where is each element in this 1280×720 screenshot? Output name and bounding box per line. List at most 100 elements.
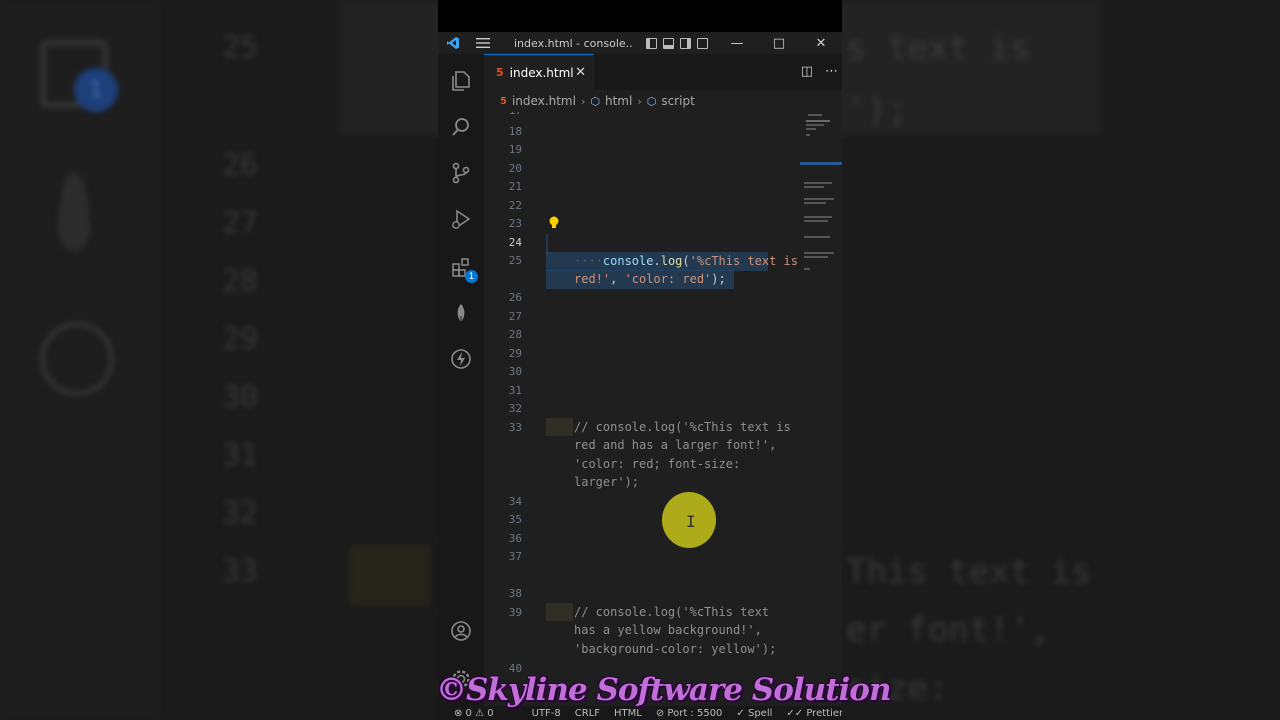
- vscode-window: index.html - console... — □ ✕ 1 5 index.…: [438, 0, 842, 720]
- letterbox-top: [438, 0, 842, 32]
- live-server-port[interactable]: ⊘ Port : 5500: [656, 708, 723, 719]
- symbol-cube-icon: ⬡: [590, 94, 600, 108]
- line-number: 27: [508, 310, 522, 323]
- eol-indicator[interactable]: CRLF: [575, 708, 600, 719]
- line-number: 20: [508, 162, 522, 175]
- close-button[interactable]: ✕: [800, 36, 842, 51]
- line-number: 22: [508, 199, 522, 212]
- more-actions-icon[interactable]: ⋯: [825, 64, 838, 79]
- extensions-icon[interactable]: 1: [448, 254, 478, 283]
- status-bar: ⊗ 0 ⚠ 0 UTF-8 CRLF HTML ⊘ Port : 5500 ✓ …: [438, 706, 842, 720]
- bg-code-fragment: s text is: [846, 28, 1031, 68]
- bg-badge: 1: [74, 68, 118, 112]
- prettier-indicator[interactable]: ✓✓ Prettier: [786, 708, 842, 719]
- minimap[interactable]: [800, 112, 842, 312]
- minimap-line: [804, 268, 810, 270]
- language-indicator[interactable]: HTML: [614, 708, 642, 719]
- spell-check-indicator[interactable]: ✓ Spell: [736, 708, 772, 719]
- breadcrumb-html[interactable]: html: [605, 94, 632, 108]
- run-debug-icon[interactable]: [448, 206, 474, 232]
- minimap-line: [804, 252, 834, 254]
- bg-line-number: 27: [222, 206, 259, 241]
- line-number: 33: [508, 421, 522, 434]
- code-token: log: [660, 254, 683, 268]
- line-number-active: 24: [508, 236, 522, 249]
- minimap-line: [804, 186, 824, 188]
- problems-indicator[interactable]: ⊗ 0 ⚠ 0: [454, 708, 494, 719]
- indent-guide: [546, 418, 573, 436]
- toggle-panel-icon[interactable]: [663, 37, 674, 49]
- breadcrumb-script[interactable]: script: [661, 94, 694, 108]
- line-number: 35: [508, 513, 522, 526]
- toggle-secondary-sidebar-icon[interactable]: [680, 37, 691, 49]
- code-line-33-wrap: 'color: red; font-size:: [574, 457, 741, 471]
- thunder-client-icon[interactable]: [448, 346, 474, 372]
- breadcrumb-file[interactable]: index.html: [512, 94, 576, 108]
- tab-bar: 5 index.html ✕ ◫ ⋯: [484, 54, 842, 90]
- source-control-icon[interactable]: [448, 160, 474, 186]
- line-number: 21: [508, 180, 522, 193]
- code-line-33-wrap: red and has a larger font!',: [574, 438, 777, 452]
- symbol-cube-icon: ⬡: [646, 94, 657, 108]
- line-number: 30: [508, 365, 522, 378]
- breadcrumb: 5 index.html › ⬡ html › ⬡ script: [484, 90, 842, 112]
- title-bar: index.html - console... — □ ✕: [438, 32, 842, 54]
- code-token: ,: [610, 272, 625, 286]
- html5-icon: 5: [500, 95, 507, 107]
- breadcrumb-separator: ›: [637, 94, 642, 108]
- code-line-40: // console.log('%cThis text: [574, 605, 770, 619]
- line-number: 29: [508, 347, 522, 360]
- vscode-logo-icon: [438, 36, 468, 50]
- bg-thunder-icon: [40, 322, 114, 396]
- line-number: 37: [508, 550, 522, 563]
- minimap-line: [804, 236, 830, 238]
- toggle-primary-sidebar-icon[interactable]: [646, 37, 657, 49]
- minimap-line: [804, 202, 826, 204]
- line-number: 31: [508, 384, 522, 397]
- minimap-viewport: [800, 162, 842, 165]
- line-number: 18: [508, 125, 522, 138]
- bg-code-fragment: ');: [846, 90, 908, 130]
- minimize-button[interactable]: —: [716, 36, 758, 51]
- tab-index-html[interactable]: 5 index.html ✕: [484, 54, 594, 90]
- maximize-button[interactable]: □: [758, 36, 800, 51]
- mongodb-leaf-icon[interactable]: [448, 300, 474, 326]
- search-icon[interactable]: [448, 114, 474, 140]
- bg-line-number: 26: [222, 148, 259, 183]
- window-title: index.html - console...: [514, 36, 632, 50]
- split-editor-icon[interactable]: ◫: [801, 64, 813, 79]
- minimap-line: [806, 124, 824, 126]
- explorer-icon[interactable]: [448, 68, 474, 94]
- extensions-badge: 1: [465, 270, 478, 283]
- line-number: 17: [484, 112, 522, 117]
- account-icon[interactable]: [448, 618, 474, 644]
- hamburger-menu-icon[interactable]: [468, 38, 498, 48]
- code-token: red!': [574, 272, 611, 286]
- code-line-40-wrap: has a yellow background!',: [574, 623, 762, 637]
- lightbulb-icon[interactable]: [548, 216, 560, 230]
- minimap-line: [804, 256, 828, 258]
- bg-line-number: 28: [222, 264, 259, 299]
- code-token: .: [653, 254, 661, 268]
- text-cursor-icon: I: [686, 512, 696, 531]
- layout-controls: [646, 37, 708, 49]
- encoding-indicator[interactable]: UTF-8: [532, 708, 561, 719]
- bg-line-number: 25: [222, 30, 259, 65]
- code-token: );: [711, 272, 726, 286]
- tab-label: index.html: [509, 65, 574, 80]
- line-number: 39: [508, 606, 522, 619]
- line-number: 19: [508, 143, 522, 156]
- code-token: 'color: red': [624, 272, 712, 286]
- bg-highlight: [350, 545, 430, 605]
- line-number: 26: [508, 291, 522, 304]
- line-number: 34: [508, 495, 522, 508]
- customize-layout-icon[interactable]: [697, 37, 708, 49]
- minimap-line: [804, 220, 828, 222]
- code-line-33: // console.log('%cThis text is: [574, 420, 791, 434]
- code-editor[interactable]: 17 18 19 20 21 22 23 24 25 26 27 28 29 3…: [484, 112, 842, 710]
- watermark: ©Skyline Software Solution: [436, 672, 892, 708]
- minimap-line: [804, 216, 832, 218]
- tab-close-icon[interactable]: ✕: [575, 65, 586, 80]
- line-number: 32: [508, 402, 522, 415]
- minimap-line: [804, 182, 832, 184]
